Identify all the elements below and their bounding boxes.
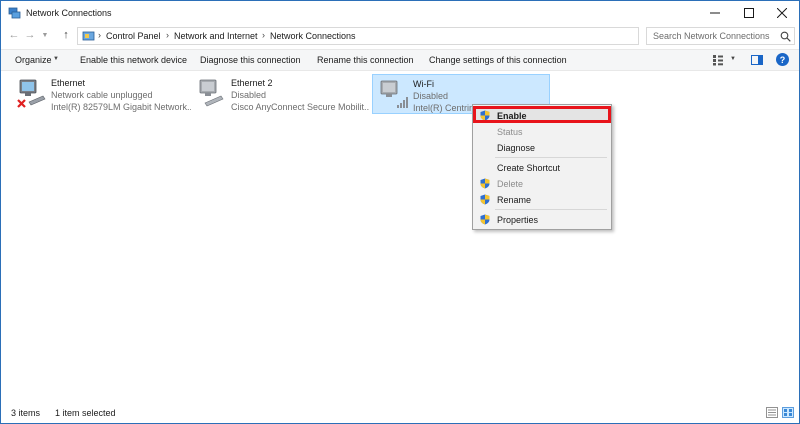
connection-device: Intel(R) 82579LM Gigabit Network... xyxy=(51,102,191,112)
chevron-down-icon[interactable]: ▼ xyxy=(730,56,736,62)
arrow-up-icon: ↑ xyxy=(63,29,69,41)
search-input[interactable]: Search Network Connections xyxy=(646,27,795,45)
breadcrumb-network-connections[interactable]: Network Connections xyxy=(270,31,356,41)
recent-locations-button[interactable]: ▼ xyxy=(38,28,52,42)
breadcrumb-separator-icon: › xyxy=(166,30,169,40)
help-icon[interactable]: ? xyxy=(776,53,789,66)
menu-item-status[interactable]: Status xyxy=(475,124,609,139)
organize-button[interactable]: Organize xyxy=(15,55,52,65)
item-count: 3 items xyxy=(11,408,41,418)
change-settings-button[interactable]: Change settings of this connection xyxy=(429,55,567,65)
menu-item-label: Properties xyxy=(497,215,539,225)
connections-list: Ethernet Network cable unplugged Intel(R… xyxy=(1,71,799,401)
back-button[interactable]: ← xyxy=(7,28,21,42)
menu-item-rename[interactable]: Rename xyxy=(475,192,609,207)
rename-connection-button[interactable]: Rename this connection xyxy=(317,55,414,65)
network-connections-window: Network Connections ← → ▼ ↑ › Control Pa… xyxy=(0,0,800,424)
breadcrumb-separator-icon: › xyxy=(262,30,265,40)
ethernet-error-icon xyxy=(17,79,46,108)
menu-item-label: Rename xyxy=(497,195,532,205)
address-row: ← → ▼ ↑ › Control Panel › Network and In… xyxy=(1,25,799,47)
uac-shield-icon xyxy=(480,194,490,205)
connection-ethernet-2[interactable]: Ethernet 2 Disabled Cisco AnyConnect Sec… xyxy=(191,74,371,114)
details-view-icon[interactable] xyxy=(766,407,778,418)
control-panel-icon xyxy=(82,31,95,41)
breadcrumb-control-panel[interactable]: Control Panel xyxy=(106,31,161,41)
command-bar: Organize ▼ Enable this network device Di… xyxy=(1,49,799,71)
menu-item-label: Status xyxy=(497,127,523,137)
preview-pane-icon[interactable] xyxy=(751,54,763,66)
address-bar[interactable]: › Control Panel › Network and Internet ›… xyxy=(77,27,711,45)
minimize-button[interactable] xyxy=(698,1,732,25)
menu-item-label: Diagnose xyxy=(497,143,536,153)
diagnose-connection-button[interactable]: Diagnose this connection xyxy=(200,55,301,65)
search-placeholder: Search Network Connections xyxy=(653,31,770,41)
maximize-icon xyxy=(744,8,754,18)
menu-item-label: Delete xyxy=(497,179,524,189)
chevron-down-icon: ▼ xyxy=(53,56,59,62)
network-connections-icon xyxy=(8,7,21,19)
enable-highlight-box xyxy=(473,106,611,123)
arrow-right-icon: → xyxy=(24,29,36,41)
menu-item-delete[interactable]: Delete xyxy=(475,176,609,191)
selection-count: 1 item selected xyxy=(55,408,116,418)
connection-name: Wi-Fi xyxy=(413,79,434,89)
wifi-disabled-icon xyxy=(380,80,408,108)
menu-item-create-shortcut[interactable]: Create Shortcut xyxy=(475,160,609,175)
connection-status: Network cable unplugged xyxy=(51,90,153,100)
large-icons-view-icon[interactable] xyxy=(782,407,794,418)
enable-device-button[interactable]: Enable this network device xyxy=(80,55,187,65)
connection-ethernet[interactable]: Ethernet Network cable unplugged Intel(R… xyxy=(11,74,191,114)
uac-shield-icon xyxy=(480,214,490,225)
chevron-down-icon: ▼ xyxy=(41,31,49,39)
status-bar: 3 items 1 item selected xyxy=(1,403,799,423)
connection-status: Disabled xyxy=(413,91,449,101)
connection-name: Ethernet 2 xyxy=(231,78,273,88)
menu-item-label: Create Shortcut xyxy=(497,163,561,173)
maximize-button[interactable] xyxy=(732,1,766,25)
menu-separator xyxy=(495,209,607,210)
arrow-left-icon: ← xyxy=(8,29,20,41)
ethernet-disabled-icon xyxy=(199,79,224,107)
close-icon xyxy=(777,8,787,18)
view-options-icon[interactable] xyxy=(712,54,724,66)
search-icon xyxy=(780,31,791,42)
menu-item-diagnose[interactable]: Diagnose xyxy=(475,140,609,155)
connection-device: Cisco AnyConnect Secure Mobilit... xyxy=(231,102,369,112)
connection-name: Ethernet xyxy=(51,78,86,88)
up-button[interactable]: ↑ xyxy=(59,28,73,42)
breadcrumb-separator-icon: › xyxy=(98,30,101,40)
forward-button[interactable]: → xyxy=(23,28,37,42)
close-button[interactable] xyxy=(765,1,799,25)
uac-shield-icon xyxy=(480,178,490,189)
minimize-icon xyxy=(710,12,720,14)
menu-separator xyxy=(495,157,607,158)
window-title: Network Connections xyxy=(26,8,112,18)
menu-item-properties[interactable]: Properties xyxy=(475,212,609,227)
connection-status: Disabled xyxy=(231,90,267,100)
title-bar: Network Connections xyxy=(1,1,799,25)
breadcrumb-network-and-internet[interactable]: Network and Internet xyxy=(174,31,258,41)
